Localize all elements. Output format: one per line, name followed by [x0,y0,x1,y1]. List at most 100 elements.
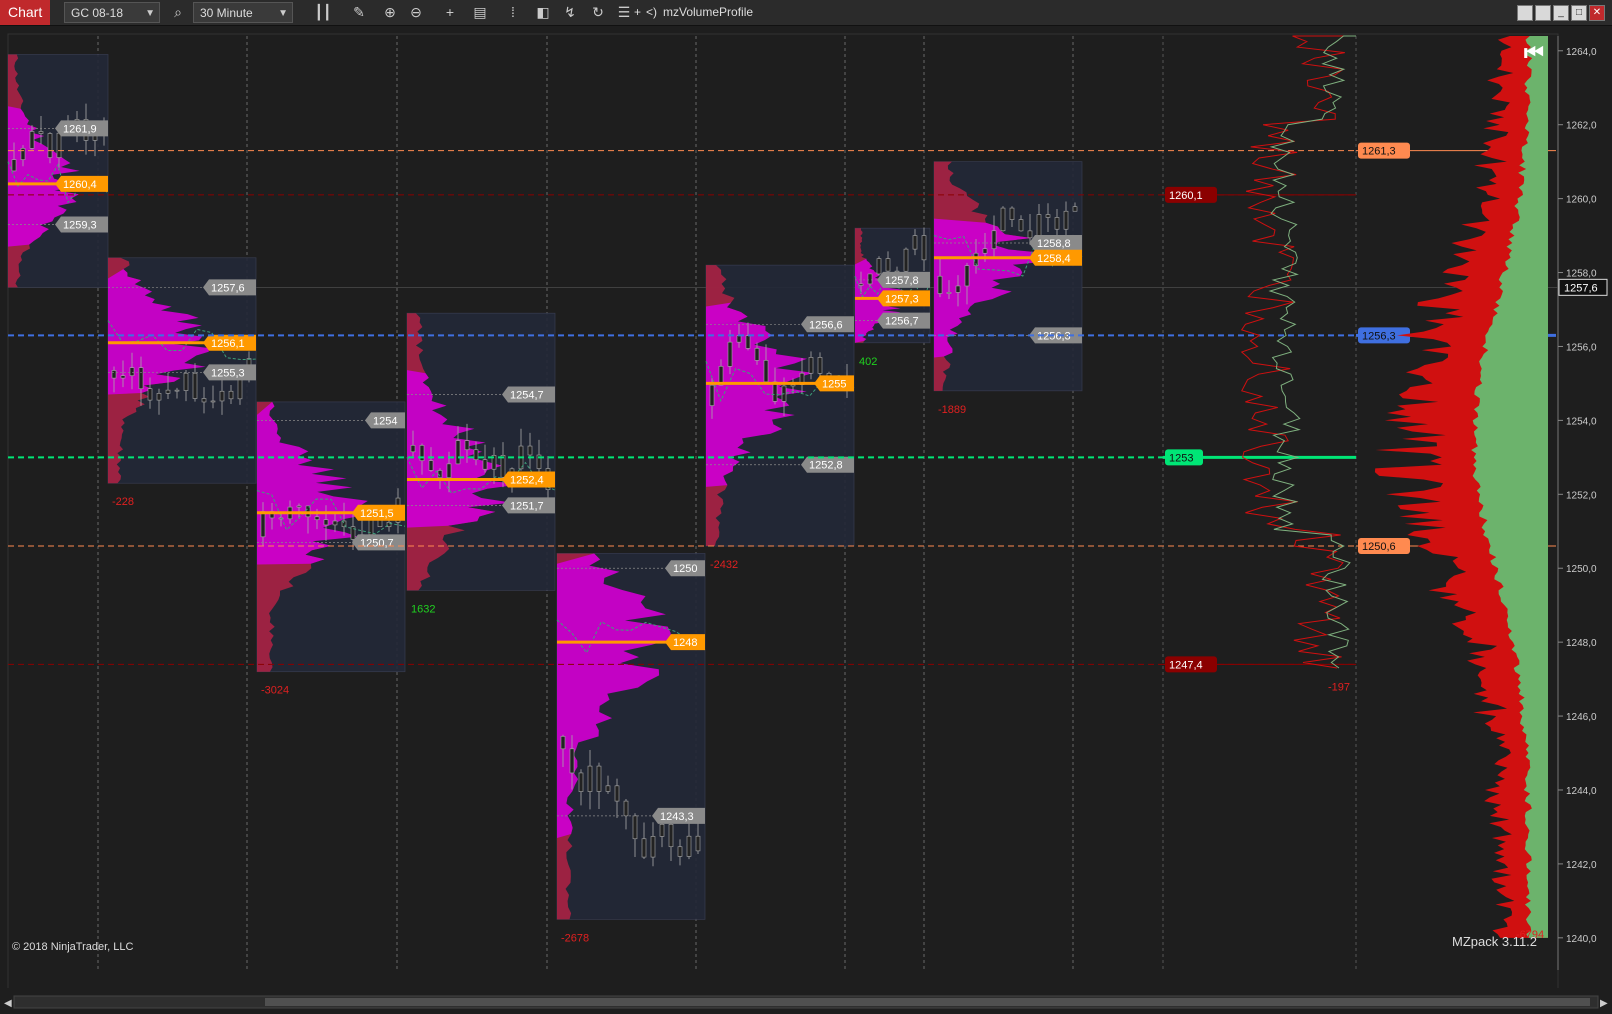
val-tag-label: 1255,3 [211,367,245,379]
level-tag-label: 1261,3 [1362,146,1396,158]
chart-tab[interactable]: Chart [0,0,51,25]
price-tick-label: 1258,0 [1566,269,1597,280]
session-delta: -1889 [938,404,966,416]
vah-tag-label: 1258,8 [1037,238,1071,250]
scroll-left-icon: ◀ [4,998,12,1009]
candle-body [668,823,674,848]
layers-icon[interactable]: ◧ [533,2,553,23]
candle-body [641,838,647,858]
candle-body [912,235,918,250]
candle-body [867,273,873,285]
val-tag-label: 1251,7 [510,500,544,512]
candle-body [446,463,452,478]
zoom-in-icon[interactable]: ⊕ [380,2,400,23]
candle-body [858,283,864,286]
level-tag-label: 1253 [1169,452,1193,464]
candle-body [623,800,629,817]
candle-body [946,292,952,294]
collapse-panel-icon[interactable]: ⏮ [1524,40,1544,66]
candle-body [527,445,533,456]
bars-icon[interactable]: ┃┃ [313,2,333,23]
poc-tag-label: 1260,4 [63,179,97,191]
candle-body [165,389,171,394]
pencil-icon[interactable]: ✎ [349,2,369,23]
vah-tag-label: 1256,6 [809,319,843,331]
price-tick-label: 1252,0 [1566,490,1597,501]
price-tick-label: 1262,0 [1566,121,1597,132]
price-tick-label: 1264,0 [1566,47,1597,58]
candle-body [410,445,416,453]
zoom-out-icon[interactable]: ⊖ [406,2,426,23]
candle-body [736,335,742,343]
session-delta: -2678 [561,932,589,944]
properties-icon[interactable]: ▤ [470,2,490,23]
candle-body [473,449,479,461]
crosshair-icon[interactable]: + [440,2,460,23]
candle-body [314,516,320,521]
poc-tag-label: 1257,3 [885,293,919,305]
tile-icon[interactable] [1535,5,1551,21]
candle-body [296,505,302,508]
candle-body [745,335,751,349]
price-tick-label: 1254,0 [1566,416,1597,427]
price-tick-label: 1246,0 [1566,712,1597,723]
close-icon[interactable]: ✕ [1589,5,1605,21]
candle-body [605,785,611,792]
price-tick-label: 1250,0 [1566,564,1597,575]
maximize-icon[interactable]: □ [1571,5,1587,21]
candle-body [386,521,392,528]
candle-body [428,460,434,471]
candle-body [808,357,814,374]
refresh-icon[interactable]: ↻ [588,2,608,23]
timeframe-selector[interactable]: 30 Minute ▼ [193,2,293,23]
candle-body [650,836,656,858]
list-icon[interactable]: ☰ [614,2,634,23]
candle-body [1063,210,1069,230]
back-button[interactable]: <) [646,2,657,23]
indicator-icon[interactable]: ↯ [560,2,580,23]
vah-tag-label: 1261,9 [63,123,97,135]
candle-body [500,455,506,478]
instrument-selector[interactable]: GC 08-18 ▼ [64,2,160,23]
price-tick-label: 1256,0 [1566,342,1597,353]
candle-body [632,815,638,840]
grid-icon[interactable]: ⁞ [503,2,523,23]
candle-body [991,230,997,250]
session-delta: -3024 [261,685,289,697]
candle-body [695,835,701,852]
minimize-icon[interactable]: _ [1553,5,1569,21]
search-icon[interactable]: ⌕ [168,2,188,23]
tile-icon[interactable] [1517,5,1533,21]
price-tick-label: 1244,0 [1566,786,1597,797]
candle-body [111,370,117,379]
horizontal-scrollbar[interactable]: ◀ ▶ [0,990,1612,1014]
candle-body [1045,214,1051,218]
val-tag-label: 1256,7 [885,316,919,328]
add-button[interactable]: + [634,2,641,23]
candle-body [903,248,909,272]
chevron-down-icon: ▼ [145,8,155,19]
candle-body [29,131,35,149]
session-delta: 1632 [411,603,435,615]
candle-body [817,357,823,374]
composite-profile-delta: -197 [1328,681,1350,693]
candle-body [192,372,198,399]
candle-body [332,520,338,526]
price-chart[interactable]: 27 июн28 июн29 июн2 июл3 июл4 июл5 июл6 … [0,26,1612,988]
candle-body [754,348,760,361]
vah-tag-label: 1254,7 [510,390,544,402]
candle-body [709,384,715,406]
candle-body [174,389,180,392]
candle-body [894,270,900,273]
level-tag-label: 1256,3 [1362,330,1396,342]
candle-body [156,393,162,401]
vah-tag-label: 1250 [673,563,697,575]
price-tick-label: 1248,0 [1566,638,1597,649]
poc-tag-label: 1255 [822,378,846,390]
candle-body [614,785,620,802]
val-tag-label: 1243,3 [660,811,694,823]
candle-body [596,765,602,792]
candle-body [1036,214,1042,239]
candle-body [1018,219,1024,232]
candle-body [228,390,234,400]
